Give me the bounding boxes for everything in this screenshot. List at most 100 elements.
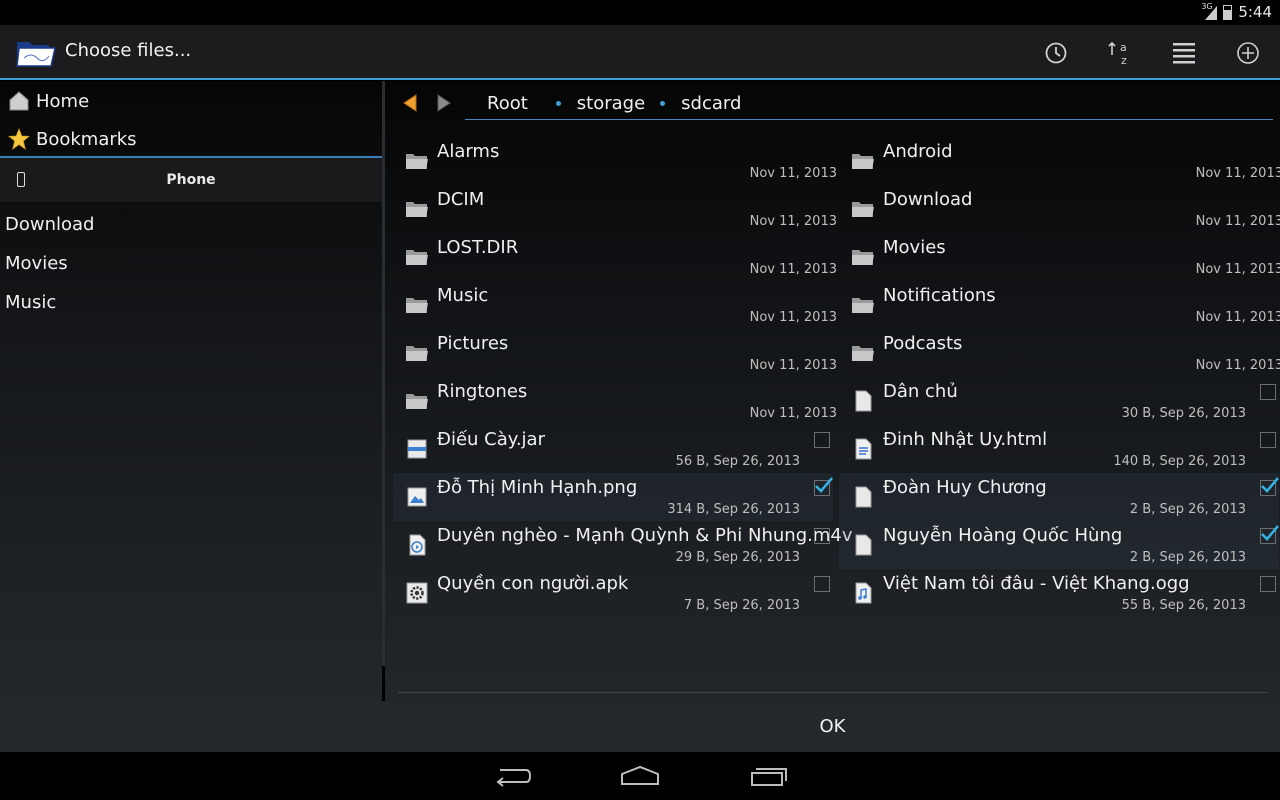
home-nav-icon[interactable] bbox=[618, 764, 662, 788]
file-list-item[interactable]: Quyền con người.apk 7 B, Sep 26, 2013 bbox=[393, 569, 833, 617]
file-list-item[interactable]: Ringtones Nov 11, 2013 bbox=[393, 377, 837, 425]
file-list-item[interactable]: Android Nov 11, 2013 bbox=[839, 137, 1280, 185]
file-meta: Nov 11, 2013 bbox=[1195, 358, 1280, 373]
folder-icon bbox=[405, 293, 429, 317]
file-name: Nguyễn Hoàng Quốc Hùng bbox=[883, 525, 1123, 546]
file-name: Pictures bbox=[437, 333, 509, 354]
file-name: LOST.DIR bbox=[437, 237, 519, 258]
checkbox[interactable] bbox=[814, 528, 830, 544]
sort-az-icon: a z bbox=[1108, 41, 1127, 67]
file-browser: Root storage sdcard Alarms Nov 11, 2013 An… bbox=[385, 81, 1280, 701]
add-icon bbox=[1237, 42, 1259, 64]
checkbox-checked[interactable] bbox=[814, 477, 833, 496]
checkbox-checked[interactable] bbox=[1260, 477, 1279, 496]
file-name: Android bbox=[883, 141, 953, 162]
breadcrumb-separator bbox=[660, 101, 666, 106]
file-name: Điếu Cày.jar bbox=[437, 429, 545, 450]
file-list-item[interactable]: Nguyễn Hoàng Quốc Hùng 2 B, Sep 26, 2013 bbox=[839, 521, 1279, 569]
back-arrow-icon[interactable] bbox=[401, 93, 419, 113]
file-name: Đinh Nhật Uy.html bbox=[883, 429, 1048, 450]
file-name: Việt Nam tôi đâu - Việt Khang.ogg bbox=[883, 573, 1190, 594]
home-icon bbox=[8, 90, 30, 112]
checkbox-checked[interactable] bbox=[1260, 525, 1279, 544]
file-meta: Nov 11, 2013 bbox=[749, 262, 837, 277]
file-list-item[interactable]: Việt Nam tôi đâu - Việt Khang.ogg 55 B, S… bbox=[839, 569, 1279, 617]
file-meta: 30 B, Sep 26, 2013 bbox=[1121, 406, 1246, 421]
checkbox[interactable] bbox=[814, 432, 830, 448]
device-label: Phone bbox=[166, 172, 216, 188]
svg-text:a: a bbox=[1120, 41, 1127, 54]
file-list-item[interactable]: Notifications Nov 11, 2013 bbox=[839, 281, 1280, 329]
star-icon bbox=[8, 128, 30, 150]
checkmark-icon bbox=[815, 477, 833, 493]
sidebar-favorite-music[interactable]: Music bbox=[5, 292, 56, 313]
history-button[interactable] bbox=[1036, 35, 1076, 71]
file-meta: 140 B, Sep 26, 2013 bbox=[1113, 454, 1246, 469]
file-list-item[interactable]: Movies Nov 11, 2013 bbox=[839, 233, 1280, 281]
navigation-bar bbox=[0, 752, 1280, 800]
file-list-item[interactable]: DCIM Nov 11, 2013 bbox=[393, 185, 837, 233]
action-bar: Choose files... a z bbox=[0, 25, 1280, 80]
file-meta: Nov 11, 2013 bbox=[749, 166, 837, 181]
view-options-button[interactable] bbox=[1164, 35, 1204, 71]
breadcrumb-separator bbox=[555, 101, 561, 106]
file-list-item[interactable]: Duyên nghèo - Mạnh Quỳnh & Phi Nhung.m4v… bbox=[393, 521, 852, 569]
file-meta: 56 B, Sep 26, 2013 bbox=[675, 454, 800, 469]
add-button[interactable] bbox=[1228, 35, 1268, 71]
file-list-item[interactable]: Dân chủ 30 B, Sep 26, 2013 bbox=[839, 377, 1279, 425]
file-meta: Nov 11, 2013 bbox=[1195, 262, 1280, 277]
clock: 5:44 bbox=[1238, 3, 1272, 21]
sidebar-item-label: Home bbox=[36, 90, 90, 112]
file-name: Podcasts bbox=[883, 333, 963, 354]
folder-icon bbox=[405, 197, 429, 221]
checkbox[interactable] bbox=[1260, 576, 1276, 592]
phone-icon bbox=[17, 172, 25, 187]
file-list-item[interactable]: Music Nov 11, 2013 bbox=[393, 281, 837, 329]
file-list-item[interactable]: LOST.DIR Nov 11, 2013 bbox=[393, 233, 837, 281]
file-icon bbox=[851, 533, 875, 557]
video-file-icon bbox=[405, 533, 429, 557]
file-list-item[interactable]: Podcasts Nov 11, 2013 bbox=[839, 329, 1280, 377]
archive-file-icon bbox=[405, 437, 429, 461]
file-list-item[interactable]: Alarms Nov 11, 2013 bbox=[393, 137, 837, 185]
file-meta: 29 B, Sep 26, 2013 bbox=[675, 550, 800, 565]
file-name: Quyền con người.apk bbox=[437, 573, 629, 594]
recent-apps-icon[interactable] bbox=[746, 764, 790, 788]
divider bbox=[398, 692, 1268, 693]
back-icon[interactable] bbox=[490, 764, 534, 788]
breadcrumb-sdcard[interactable]: sdcard bbox=[681, 93, 741, 114]
checkmark-icon bbox=[1261, 477, 1279, 493]
app-folder-icon[interactable] bbox=[15, 36, 57, 68]
file-name: Dân chủ bbox=[883, 381, 958, 402]
file-list-item[interactable]: Điếu Cày.jar 56 B, Sep 26, 2013 bbox=[393, 425, 833, 473]
checkbox[interactable] bbox=[1260, 384, 1276, 400]
file-list-item[interactable]: Đinh Nhật Uy.html 140 B, Sep 26, 2013 bbox=[839, 425, 1279, 473]
file-name: Notifications bbox=[883, 285, 996, 306]
checkbox[interactable] bbox=[814, 576, 830, 592]
file-list-item[interactable]: Đỗ Thị Minh Hạnh.png 314 B, Sep 26, 2013 bbox=[393, 473, 833, 521]
breadcrumb-root[interactable]: Root bbox=[487, 93, 528, 114]
device-header[interactable]: Phone bbox=[0, 158, 382, 202]
ok-button[interactable]: OK bbox=[385, 701, 1280, 752]
battery-icon bbox=[1223, 4, 1233, 20]
folder-icon bbox=[851, 245, 875, 269]
signal-icon: 3G bbox=[1201, 2, 1218, 20]
file-list-item[interactable]: Đoàn Huy Chương 2 B, Sep 26, 2013 bbox=[839, 473, 1279, 521]
file-meta: 2 B, Sep 26, 2013 bbox=[1129, 502, 1246, 517]
file-list-item[interactable]: Download Nov 11, 2013 bbox=[839, 185, 1280, 233]
sidebar-item-home[interactable]: Home bbox=[0, 82, 382, 120]
file-list-item[interactable]: Pictures Nov 11, 2013 bbox=[393, 329, 837, 377]
forward-arrow-icon[interactable] bbox=[435, 93, 453, 113]
folder-icon bbox=[851, 149, 875, 173]
sidebar-favorite-download[interactable]: Download bbox=[5, 214, 94, 235]
menu-list-icon bbox=[1173, 43, 1195, 64]
sidebar-item-label: Bookmarks bbox=[36, 128, 137, 150]
sort-button[interactable]: a z bbox=[1100, 35, 1140, 71]
file-meta: Nov 11, 2013 bbox=[1195, 310, 1280, 325]
file-meta: 7 B, Sep 26, 2013 bbox=[683, 598, 800, 613]
checkbox[interactable] bbox=[1260, 432, 1276, 448]
breadcrumb-storage[interactable]: storage bbox=[577, 93, 645, 114]
file-name: DCIM bbox=[437, 189, 485, 210]
sidebar-favorite-movies[interactable]: Movies bbox=[5, 253, 68, 274]
sidebar-item-bookmarks[interactable]: Bookmarks bbox=[0, 120, 382, 158]
